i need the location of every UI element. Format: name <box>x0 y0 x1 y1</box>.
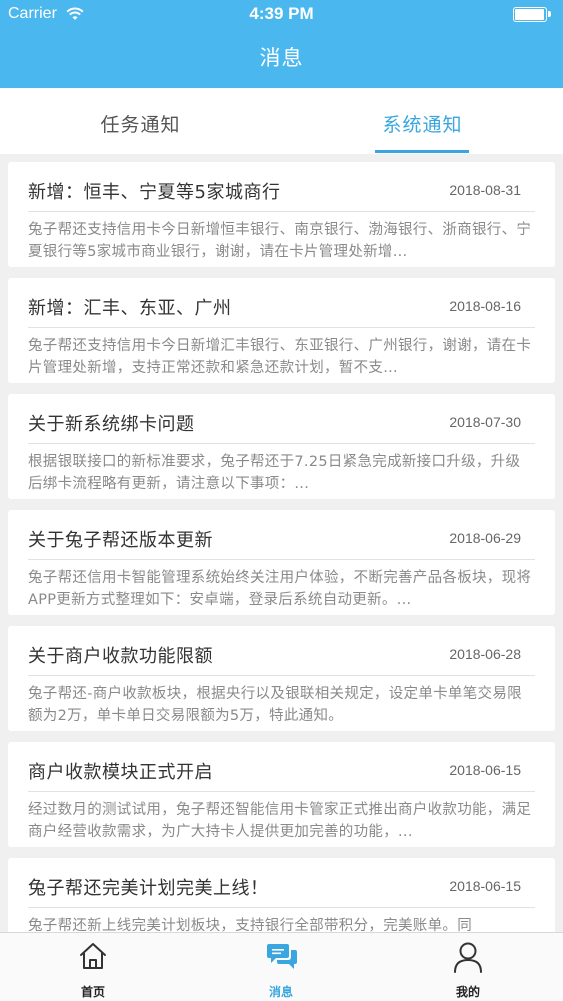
message-title: 新增：汇丰、东亚、广州 <box>28 298 232 319</box>
message-card[interactable]: 商户收款模块正式开启 2018-06-15 经过数月的测试试用，兔子帮还智能信用… <box>8 742 555 847</box>
tab-task-notifications[interactable]: 任务通知 <box>0 88 281 154</box>
divider <box>28 907 535 908</box>
divider <box>28 675 535 676</box>
message-title: 新增：恒丰、宁夏等5家城商行 <box>28 182 281 203</box>
message-list[interactable]: 新增：恒丰、宁夏等5家城商行 2018-08-31 兔子帮还支持信用卡今日新增恒… <box>0 154 563 932</box>
message-title: 关于兔子帮还版本更新 <box>28 530 213 551</box>
status-bar: Carrier 4:39 PM <box>0 0 563 30</box>
message-title: 商户收款模块正式开启 <box>28 762 213 783</box>
message-date: 2018-07-30 <box>449 414 521 430</box>
message-preview: 经过数月的测试试用，兔子帮还智能信用卡管家正式推出商户收款功能，满足商户经营收款… <box>28 802 532 840</box>
message-title: 关于新系统绑卡问题 <box>28 414 195 435</box>
message-preview: 兔子帮还-商户收款板块，根据央行以及银联相关规定，设定单卡单笔交易限额为2万，单… <box>28 686 522 724</box>
divider <box>28 327 535 328</box>
message-card[interactable]: 关于商户收款功能限额 2018-06-28 兔子帮还-商户收款板块，根据央行以及… <box>8 626 555 731</box>
page-title: 消息 <box>259 46 304 70</box>
tabbar-label: 我的 <box>455 985 480 999</box>
divider <box>28 443 535 444</box>
message-preview: 兔子帮还新上线完美计划板块，支持银行全部带积分，完美账单。同 <box>28 918 472 932</box>
tab-label: 任务通知 <box>100 114 181 136</box>
message-card[interactable]: 新增：汇丰、东亚、广州 2018-08-16 兔子帮还支持信用卡今日新增汇丰银行… <box>8 278 555 383</box>
message-date: 2018-06-15 <box>449 762 521 778</box>
message-preview: 兔子帮还信用卡智能管理系统始终关注用户体验，不断完善产品各板块，现将APP更新方… <box>28 570 532 608</box>
divider <box>28 559 535 560</box>
tabbar-item-messages[interactable]: 消息 <box>221 933 341 1001</box>
tabbar-item-home[interactable]: 首页 <box>33 933 153 1001</box>
status-time: 4:39 PM <box>249 4 314 23</box>
home-icon <box>80 943 106 969</box>
user-icon <box>454 942 482 973</box>
active-tab-indicator <box>375 150 469 153</box>
divider <box>28 791 535 792</box>
tabbar-item-profile[interactable]: 我的 <box>408 933 528 1001</box>
message-card[interactable]: 关于兔子帮还版本更新 2018-06-29 兔子帮还信用卡智能管理系统始终关注用… <box>8 510 555 615</box>
message-date: 2018-06-28 <box>449 646 521 662</box>
bottom-tab-bar: 首页 消息 我的 <box>0 932 563 1001</box>
message-date: 2018-06-29 <box>449 530 521 546</box>
message-card[interactable]: 新增：恒丰、宁夏等5家城商行 2018-08-31 兔子帮还支持信用卡今日新增恒… <box>8 162 555 267</box>
divider <box>28 211 535 212</box>
message-preview: 兔子帮还支持信用卡今日新增恒丰银行、南京银行、渤海银行、浙商银行、宁夏银行等5家… <box>28 222 532 260</box>
message-date: 2018-08-16 <box>449 298 521 314</box>
message-title: 兔子帮还完美计划完美上线！ <box>28 878 269 899</box>
tab-system-notifications[interactable]: 系统通知 <box>282 88 563 154</box>
message-date: 2018-06-15 <box>449 878 521 894</box>
app-header: Carrier 4:39 PM 消息 <box>0 0 563 88</box>
tabbar-label: 消息 <box>268 985 293 999</box>
battery-icon <box>513 7 551 22</box>
tabbar-label: 首页 <box>80 985 105 999</box>
message-date: 2018-08-31 <box>449 182 521 198</box>
tab-label: 系统通知 <box>382 114 463 136</box>
message-title: 关于商户收款功能限额 <box>28 646 213 667</box>
message-card[interactable]: 关于新系统绑卡问题 2018-07-30 根据银联接口的新标准要求，兔子帮还于7… <box>8 394 555 499</box>
chat-icon <box>267 944 297 969</box>
message-card[interactable]: 兔子帮还完美计划完美上线！ 2018-06-15 兔子帮还新上线完美计划板块，支… <box>8 858 555 932</box>
message-preview: 兔子帮还支持信用卡今日新增汇丰银行、东亚银行、广州银行，谢谢，请在卡片管理处新增… <box>28 338 532 376</box>
message-preview: 根据银联接口的新标准要求，兔子帮还于7.25日紧急完成新接口升级，升级后绑卡流程… <box>28 454 521 492</box>
notification-tabs: 任务通知 系统通知 <box>0 88 563 154</box>
